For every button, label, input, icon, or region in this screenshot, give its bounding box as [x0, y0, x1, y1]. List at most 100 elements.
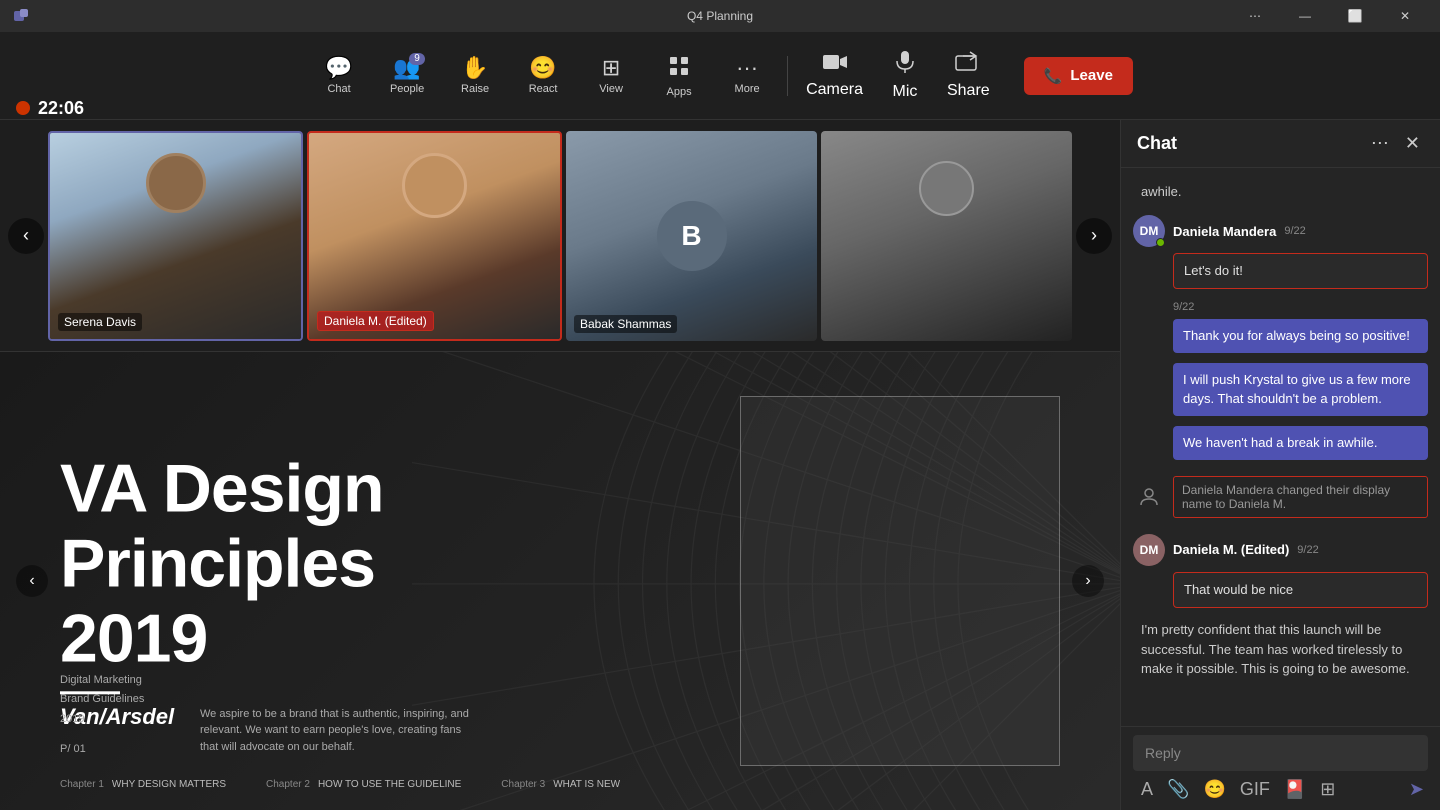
slide-text-area: VA Design Principles 2019 [60, 451, 384, 710]
participant-name-daniela: Daniela M. (Edited) [317, 311, 434, 331]
minimize-btn[interactable]: — [1282, 0, 1328, 32]
raise-button[interactable]: ✋ Raise [443, 40, 507, 112]
chat-icon: 💬 [325, 57, 352, 79]
chat-msg-header-2: 9/22 [1173, 301, 1428, 313]
slide-content: VA Design Principles 2019 Van/Arsdel P/ … [0, 352, 1120, 810]
format-text-btn[interactable]: A [1137, 777, 1157, 802]
chat-bubble-2a: Thank you for always being so positive! [1173, 319, 1428, 353]
reply-area: Reply A 📎 😊 GIF 🎴 ⊞ ➤ [1121, 726, 1440, 810]
more-options-btn[interactable]: ⋯ [1232, 0, 1278, 32]
title-bar-controls: ⋯ — ⬜ ✕ [1232, 0, 1428, 32]
chat-time-3: 9/22 [1297, 544, 1318, 556]
presentation-area: VA Design Principles 2019 Van/Arsdel P/ … [0, 352, 1120, 810]
apps-label: Apps [667, 86, 692, 98]
share-button[interactable]: Share [937, 40, 1000, 112]
attach-btn[interactable]: 📎 [1163, 777, 1193, 802]
react-button[interactable]: 😊 React [511, 40, 575, 112]
chat-close-btn[interactable]: ✕ [1401, 129, 1424, 158]
raise-icon: ✋ [461, 57, 488, 79]
more-label: More [735, 83, 760, 95]
avatar-daniela-1: DM [1133, 215, 1165, 247]
chat-time-2: 9/22 [1173, 301, 1194, 313]
strip-nav-right[interactable]: › [1076, 218, 1112, 254]
gif-btn[interactable]: GIF [1236, 777, 1274, 802]
slide-title: VA Design Principles 2019 [60, 451, 384, 675]
view-icon: ⊞ [602, 57, 620, 79]
emoji-btn[interactable]: 😊 [1199, 777, 1229, 802]
sticker-btn[interactable]: 🎴 [1280, 777, 1310, 802]
chat-message-group-1: DM Daniela Mandera 9/22 Let's do it! [1133, 215, 1428, 289]
chat-sender-3: Daniela M. (Edited) [1173, 542, 1289, 557]
chat-msg-header-3: DM Daniela M. (Edited) 9/22 [1133, 534, 1428, 566]
chat-header: Chat ⋯ ✕ [1121, 120, 1440, 168]
chat-msg-continuation: awhile. [1133, 184, 1428, 203]
participant-tile-unknown[interactable] [821, 131, 1072, 341]
mic-icon [895, 50, 915, 79]
mic-button[interactable]: Mic [877, 40, 933, 112]
avatar-babak: B [657, 201, 727, 271]
leave-label: Leave [1070, 67, 1113, 84]
people-badge: 9 [409, 53, 425, 65]
title-bar-left [12, 6, 32, 26]
people-label: People [390, 83, 424, 95]
slide-chapter-2: Chapter 2 HOW TO USE THE GUIDELINE [266, 779, 461, 790]
slide-description: We aspire to be a brand that is authenti… [200, 706, 480, 756]
chat-bubble-2b: I will push Krystal to give us a few mor… [1173, 363, 1428, 415]
leave-button[interactable]: 📞 Leave [1024, 57, 1133, 95]
strip-nav-left[interactable]: ‹ [8, 218, 44, 254]
share-icon [955, 51, 981, 78]
more-button[interactable]: ··· More [715, 40, 779, 112]
reply-input[interactable]: Reply [1133, 735, 1428, 771]
close-btn[interactable]: ✕ [1382, 0, 1428, 32]
participants-strip: ‹ Serena Davis Daniela M. (Edited) B [0, 120, 1120, 352]
react-icon: 😊 [529, 57, 556, 79]
participant-tile-serena[interactable]: Serena Davis [48, 131, 303, 341]
slide-nav-next[interactable]: › [1072, 565, 1104, 597]
participant-name-serena: Serena Davis [58, 313, 142, 331]
window-title: Q4 Planning [687, 9, 753, 23]
slide-divider [60, 692, 120, 695]
view-button[interactable]: ⊞ View [579, 40, 643, 112]
maximize-btn[interactable]: ⬜ [1332, 0, 1378, 32]
reply-toolbar: A 📎 😊 GIF 🎴 ⊞ ➤ [1133, 777, 1428, 802]
mic-label: Mic [893, 83, 918, 101]
chat-sender-1: Daniela Mandera [1173, 224, 1276, 239]
participant-bg-unknown [821, 131, 1072, 341]
more-options-reply-btn[interactable]: ⊞ [1316, 777, 1339, 802]
system-icon [1133, 481, 1165, 513]
chat-panel: Chat ⋯ ✕ awhile. DM Daniela Mandera 9/22 [1120, 120, 1440, 810]
teams-logo-icon [12, 6, 32, 26]
chat-msg-continuation-2: I'm pretty confident that this launch wi… [1133, 620, 1428, 679]
apps-button[interactable]: Apps [647, 40, 711, 112]
participant-tile-babak[interactable]: B Babak Shammas [566, 131, 817, 341]
camera-button[interactable]: Camera [796, 40, 873, 112]
title-bar: Q4 Planning ⋯ — ⬜ ✕ [0, 0, 1440, 32]
slide-nav-prev[interactable]: ‹ [16, 565, 48, 597]
online-indicator [1156, 238, 1165, 247]
leave-phone-icon: 📞 [1044, 67, 1063, 85]
meeting-toolbar: 22:06 💬 Chat 👥 9 People ✋ Raise 😊 React … [0, 32, 1440, 120]
chat-message-group-3: DM Daniela M. (Edited) 9/22 That would b… [1133, 534, 1428, 608]
camera-icon [822, 52, 848, 77]
chat-title: Chat [1137, 133, 1177, 154]
chat-bubble-2c: We haven't had a break in awhile. [1173, 426, 1428, 460]
chat-bubble-3: That would be nice [1173, 572, 1428, 608]
chat-button[interactable]: 💬 Chat [307, 40, 371, 112]
share-label: Share [947, 82, 990, 100]
main-area: ‹ Serena Davis Daniela M. (Edited) B [0, 120, 1440, 810]
slide-box [740, 396, 1060, 766]
slide-chapters: Chapter 1 WHY DESIGN MATTERS Chapter 2 H… [60, 779, 620, 790]
slide-page-number: P/ 01 [60, 743, 86, 755]
camera-label: Camera [806, 81, 863, 99]
participant-tile-daniela[interactable]: Daniela M. (Edited) [307, 131, 562, 341]
send-btn[interactable]: ➤ [1409, 779, 1424, 800]
slide-chapter-3: Chapter 3 WHAT IS NEW [501, 779, 620, 790]
chat-message-group-2: 9/22 Thank you for always being so posit… [1133, 301, 1428, 460]
chat-messages: awhile. DM Daniela Mandera 9/22 Let's do… [1121, 168, 1440, 726]
system-message: Daniela Mandera changed their display na… [1133, 472, 1428, 522]
recording-dot [16, 101, 30, 115]
people-button[interactable]: 👥 9 People [375, 40, 439, 112]
chat-more-btn[interactable]: ⋯ [1367, 129, 1393, 158]
participant-name-babak: Babak Shammas [574, 315, 677, 333]
slide-chapter-1: Chapter 1 WHY DESIGN MATTERS [60, 779, 226, 790]
